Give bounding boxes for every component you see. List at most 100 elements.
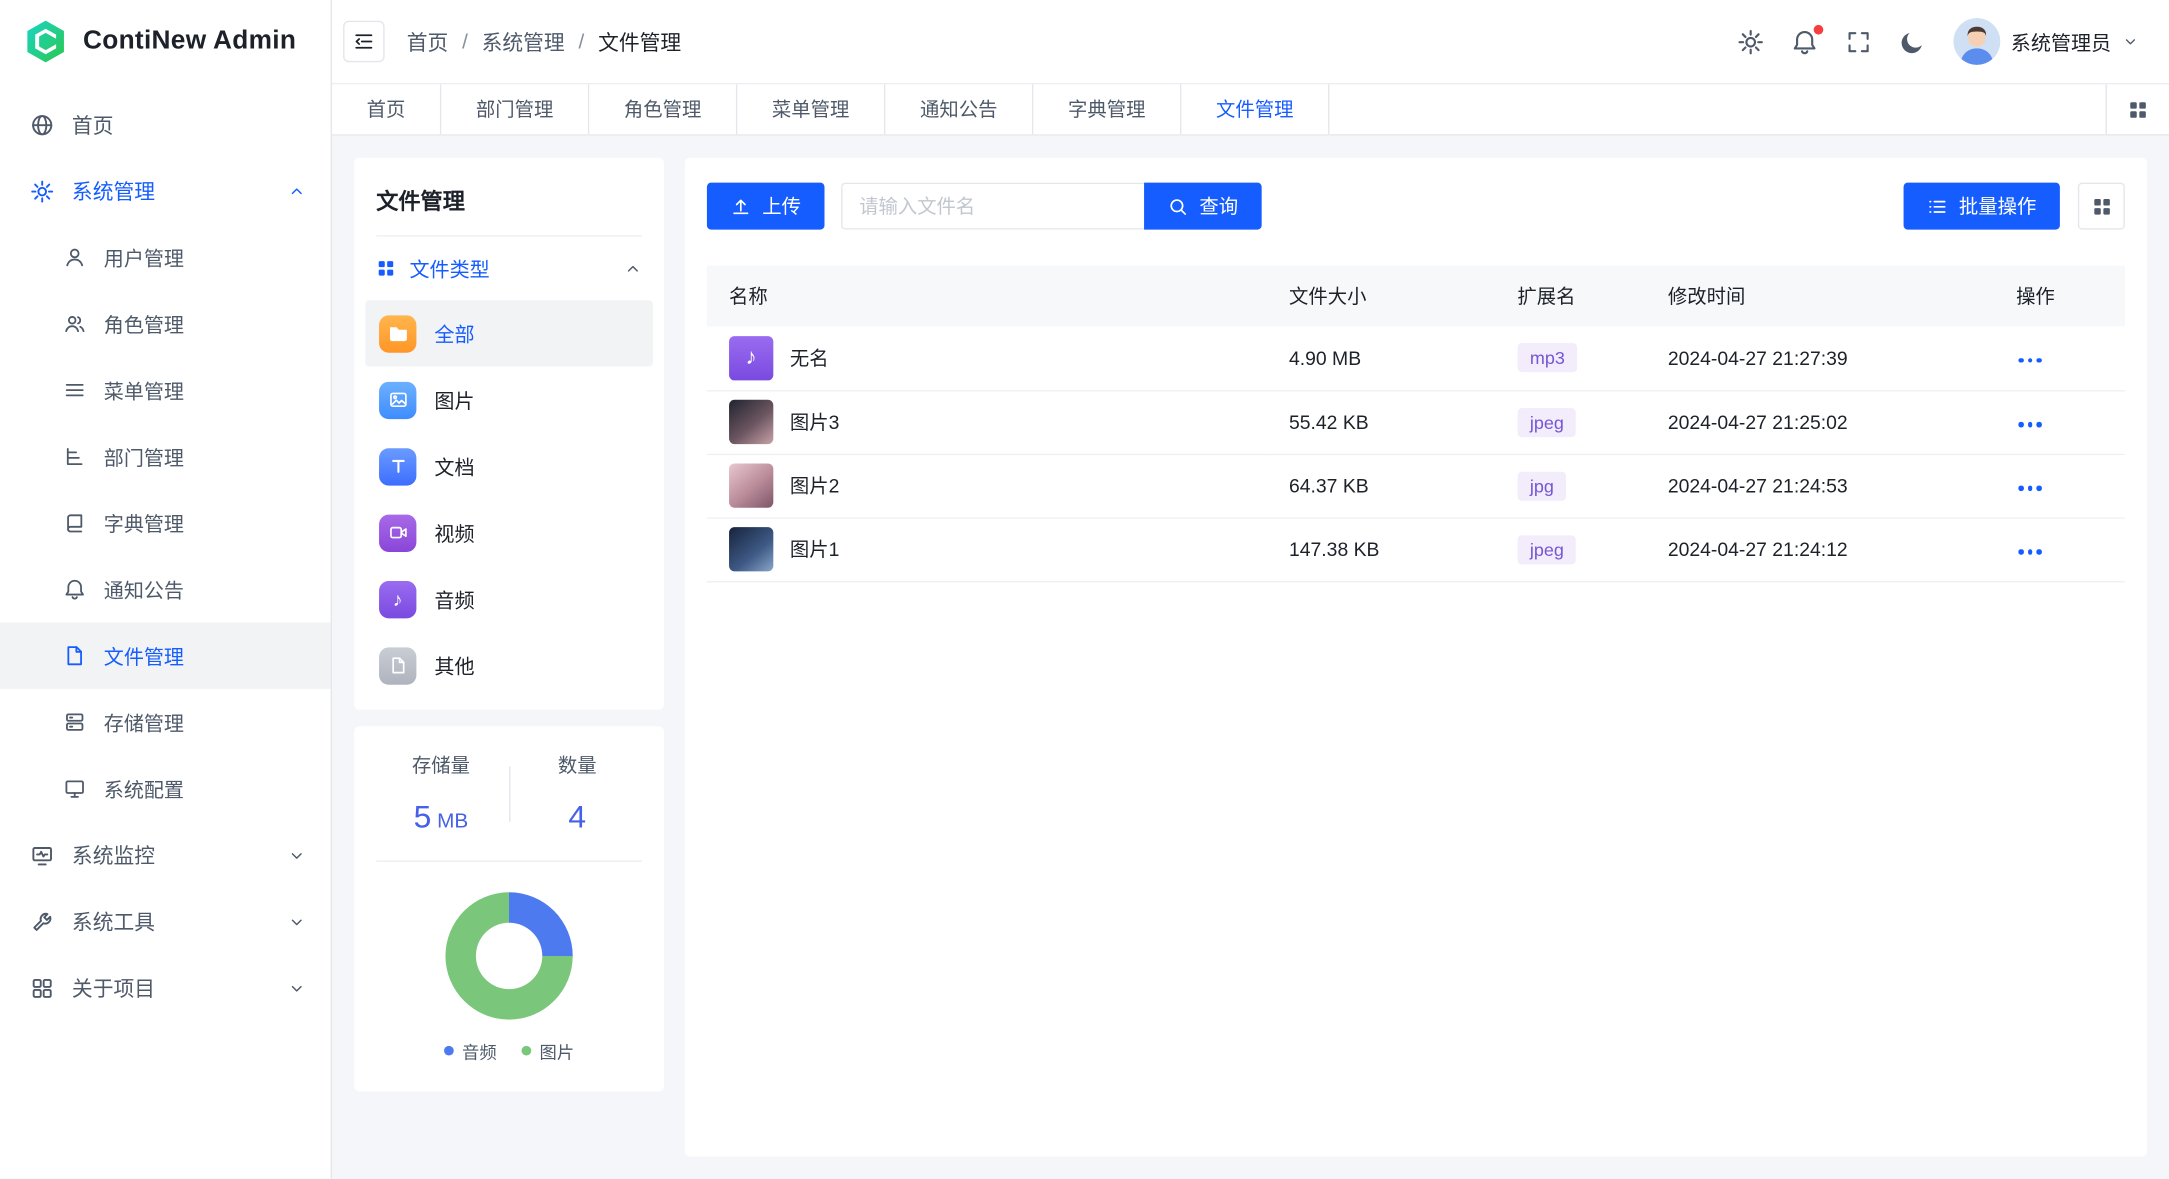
sidebar-item-label: 存储管理 <box>104 708 306 737</box>
sidebar-item-system-config[interactable]: 系统配置 <box>0 755 331 821</box>
tab-menu-management[interactable]: 菜单管理 <box>737 84 885 134</box>
file-type-label: 其他 <box>434 651 474 680</box>
tab-label: 通知公告 <box>920 95 997 123</box>
file-type-audio[interactable]: ♪ 音频 <box>365 566 653 632</box>
logo-icon <box>22 18 69 65</box>
storage-value: 5 <box>414 798 432 834</box>
modified-time: 2024-04-27 21:24:12 <box>1646 517 1994 581</box>
file-icon <box>379 647 416 684</box>
row-actions-more-icon[interactable] <box>2016 541 2044 562</box>
sidebar-item-system-management[interactable]: 系统管理 <box>0 158 331 224</box>
sidebar-collapse-button[interactable] <box>343 21 385 63</box>
file-type-document[interactable]: 文档 <box>365 433 653 499</box>
table-row[interactable]: 图片2 64.37 KB jpg 2024-04-27 21:24:53 <box>707 454 2125 518</box>
sidebar-item-about-project[interactable]: 关于项目 <box>0 955 331 1021</box>
user-menu[interactable]: 系统管理员 <box>1953 18 2139 65</box>
settings-button[interactable] <box>1737 28 1763 54</box>
sidebar-item-label: 用户管理 <box>104 243 306 272</box>
column-header-ext: 扩展名 <box>1495 266 1645 327</box>
music-icon: ♪ <box>379 580 416 617</box>
checklist-icon <box>1927 196 1948 217</box>
breadcrumb-item[interactable]: 首页 <box>407 27 449 56</box>
tab-options-button[interactable] <box>2106 84 2169 134</box>
sidebar-item-label: 菜单管理 <box>104 376 306 405</box>
table-row[interactable]: ♪ 无名 4.90 MB mp3 2024-04-27 21:27:39 <box>707 326 2125 390</box>
file-name[interactable]: 图片2 <box>790 472 840 500</box>
grid-icon <box>30 976 54 1000</box>
sidebar-item-storage-management[interactable]: 存储管理 <box>0 689 331 755</box>
chevron-up-icon <box>624 259 642 277</box>
toolbar-right: 批量操作 <box>1904 183 2125 230</box>
fullscreen-button[interactable] <box>1845 28 1871 54</box>
sidebar-item-file-management[interactable]: 文件管理 <box>0 623 331 689</box>
file-type-section-header[interactable]: 文件类型 <box>376 237 642 301</box>
tab-dept-management[interactable]: 部门管理 <box>441 84 589 134</box>
sidebar-item-dept-management[interactable]: 部门管理 <box>0 423 331 489</box>
breadcrumb-separator: / <box>579 30 585 54</box>
batch-actions-button[interactable]: 批量操作 <box>1904 183 2060 230</box>
search-button[interactable]: 查询 <box>1144 183 1262 230</box>
sidebar-item-role-management[interactable]: 角色管理 <box>0 291 331 357</box>
sidebar-item-dict-management[interactable]: 字典管理 <box>0 490 331 556</box>
extension-tag: mp3 <box>1517 343 1577 372</box>
tree-list-icon <box>64 445 86 467</box>
sidebar-item-system-monitor[interactable]: 系统监控 <box>0 822 331 888</box>
dark-mode-button[interactable] <box>1899 28 1925 54</box>
tab-bar: 首页 部门管理 角色管理 菜单管理 通知公告 字典管理 文件管理 <box>332 83 2169 136</box>
sidebar-item-user-management[interactable]: 用户管理 <box>0 224 331 290</box>
sidebar-item-menu-management[interactable]: 菜单管理 <box>0 357 331 423</box>
tab-file-management[interactable]: 文件管理 <box>1181 84 1329 134</box>
sidebar-item-notice[interactable]: 通知公告 <box>0 556 331 622</box>
monitor-icon <box>30 843 54 867</box>
notifications-button[interactable] <box>1791 28 1817 54</box>
view-toggle-button[interactable] <box>2078 183 2125 230</box>
grid-icon <box>376 259 395 278</box>
tab-dict-management[interactable]: 字典管理 <box>1033 84 1181 134</box>
sidebar-item-label: 部门管理 <box>104 442 306 471</box>
breadcrumb: 首页 / 系统管理 / 文件管理 <box>407 27 681 56</box>
page-title: 文件管理 <box>376 177 642 236</box>
file-type-all[interactable]: 全部 <box>365 300 653 366</box>
file-table: 名称 文件大小 扩展名 修改时间 操作 ♪ 无名 4.90 MB <box>707 266 2125 582</box>
file-name[interactable]: 图片3 <box>790 408 840 436</box>
upload-button[interactable]: 上传 <box>707 183 825 230</box>
tab-home[interactable]: 首页 <box>332 84 441 134</box>
legend-item-audio[interactable]: 音频 <box>444 1038 497 1064</box>
file-name[interactable]: 图片1 <box>790 535 840 563</box>
storage-stat: 存储量 5 MB <box>374 751 509 835</box>
breadcrumb-item[interactable]: 系统管理 <box>482 27 565 56</box>
extension-tag: jpeg <box>1517 407 1576 436</box>
table-row[interactable]: 图片3 55.42 KB jpeg 2024-04-27 21:25:02 <box>707 390 2125 454</box>
sidebar-item-home[interactable]: 首页 <box>0 91 331 157</box>
file-type-image[interactable]: 图片 <box>365 367 653 433</box>
search-input[interactable] <box>841 183 1144 230</box>
column-header-name: 名称 <box>707 266 1267 327</box>
app-logo[interactable]: ContiNew Admin <box>0 0 331 83</box>
file-thumbnail <box>729 400 773 444</box>
page-content: 文件管理 文件类型 全部 图片 <box>332 136 2169 1179</box>
file-thumbnail <box>729 463 773 507</box>
file-name[interactable]: 无名 <box>790 344 829 372</box>
sidebar: ContiNew Admin 首页 系统管理 用户管理 角色管理 <box>0 0 332 1179</box>
sidebar-item-label: 文件管理 <box>104 641 306 670</box>
notification-badge <box>1813 24 1823 34</box>
tab-notice[interactable]: 通知公告 <box>885 84 1033 134</box>
tab-role-management[interactable]: 角色管理 <box>589 84 737 134</box>
count-stat: 数量 4 <box>510 751 645 835</box>
sidebar-item-label: 关于项目 <box>72 973 270 1002</box>
row-actions-more-icon[interactable] <box>2016 414 2044 435</box>
table-row[interactable]: 图片1 147.38 KB jpeg 2024-04-27 21:24:12 <box>707 517 2125 581</box>
breadcrumb-separator: / <box>462 30 468 54</box>
tab-label: 角色管理 <box>624 95 701 123</box>
upload-icon <box>730 196 751 217</box>
file-type-other[interactable]: 其他 <box>365 632 653 698</box>
row-actions-more-icon[interactable] <box>2016 350 2044 371</box>
globe-icon <box>30 113 54 137</box>
main-area: 首页 / 系统管理 / 文件管理 <box>332 0 2169 1179</box>
search-group: 查询 <box>841 183 1262 230</box>
legend-item-image[interactable]: 图片 <box>522 1038 575 1064</box>
table-header-row: 名称 文件大小 扩展名 修改时间 操作 <box>707 266 2125 327</box>
row-actions-more-icon[interactable] <box>2016 477 2044 498</box>
file-type-video[interactable]: 视频 <box>365 499 653 565</box>
sidebar-item-system-tools[interactable]: 系统工具 <box>0 888 331 954</box>
